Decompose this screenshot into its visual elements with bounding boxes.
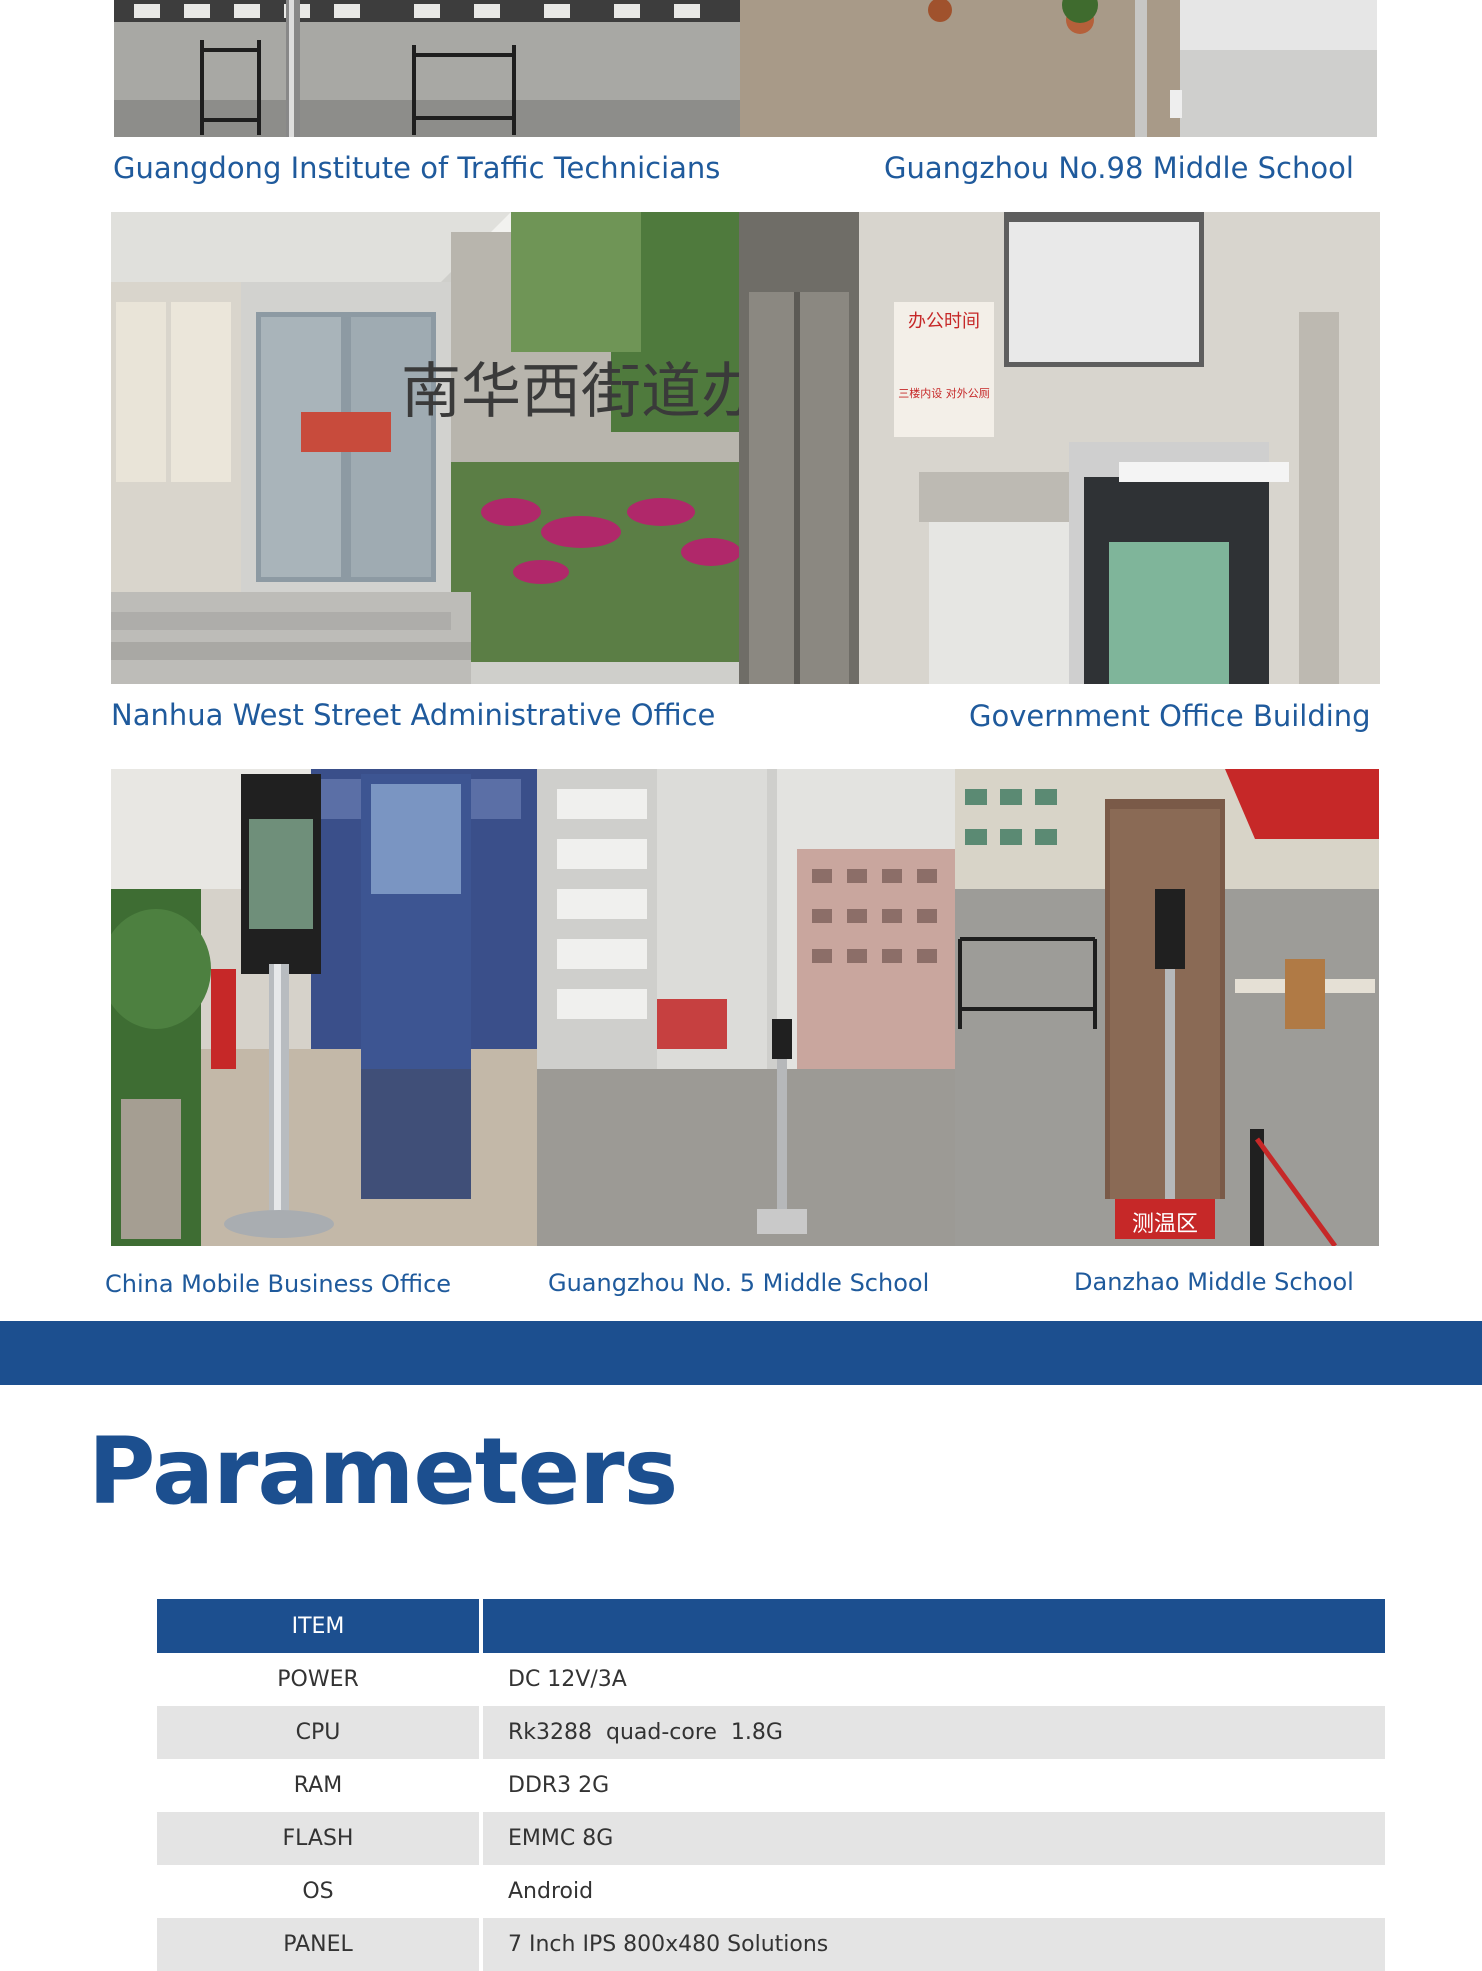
photo-no5-school bbox=[537, 769, 955, 1246]
section-title: Parameters bbox=[88, 1418, 678, 1525]
sign-nanhua: 南华西街道办 bbox=[401, 357, 739, 427]
parameters-table: ITEM POWER DC 12V/3A CPU Rk3288 quad-cor… bbox=[157, 1599, 1385, 1971]
table-header-row: ITEM bbox=[157, 1599, 1385, 1653]
row-value: Android bbox=[508, 1879, 594, 1904]
row-item: POWER bbox=[157, 1653, 483, 1706]
caption-danzhao-school: Danzhao Middle School bbox=[1074, 1268, 1354, 1296]
photo-government-building: 办公时间 三楼内设 对外公厕 bbox=[739, 212, 1380, 684]
photo-traffic-institute bbox=[114, 0, 740, 137]
table-row: CPU Rk3288 quad-core 1.8G bbox=[157, 1706, 1385, 1759]
notice-title: 办公时间 bbox=[908, 311, 980, 332]
table-row: PANEL 7 Inch IPS 800x480 Solutions bbox=[157, 1918, 1385, 1971]
row-item: RAM bbox=[157, 1759, 483, 1812]
row-value: Rk3288 quad-core 1.8G bbox=[483, 1706, 1385, 1759]
table-row: FLASH EMMC 8G bbox=[157, 1812, 1385, 1865]
photo-no98-school bbox=[740, 0, 1377, 137]
row-item: CPU bbox=[157, 1706, 483, 1759]
caption-china-mobile: China Mobile Business Office bbox=[105, 1270, 452, 1298]
table-row: POWER DC 12V/3A bbox=[157, 1653, 1385, 1706]
photo-nanhua-office: 南华西街道办 bbox=[111, 212, 739, 684]
row-value: EMMC 8G bbox=[483, 1812, 1385, 1865]
row-value: DC 12V/3A bbox=[508, 1667, 627, 1692]
row-item: FLASH bbox=[157, 1812, 483, 1865]
caption-traffic-institute: Guangdong Institute of Traffic Technicia… bbox=[113, 151, 721, 185]
caption-no98-school: Guangzhou No.98 Middle School bbox=[884, 151, 1354, 185]
table-row: RAM DDR3 2G bbox=[157, 1759, 1385, 1812]
row-item: OS bbox=[157, 1865, 483, 1918]
section-divider-band bbox=[0, 1321, 1482, 1385]
row-value: 7 Inch IPS 800x480 Solutions bbox=[483, 1918, 1385, 1971]
caption-nanhua-office: Nanhua West Street Administrative Office bbox=[111, 698, 716, 732]
header-value bbox=[483, 1599, 1385, 1653]
table-row: OS Android bbox=[157, 1865, 1385, 1918]
notice-sub: 三楼内设 对外公厕 bbox=[898, 386, 990, 400]
header-item: ITEM bbox=[157, 1599, 483, 1653]
caption-no5-school: Guangzhou No. 5 Middle School bbox=[548, 1269, 930, 1297]
sign-temperature-zone: 测温区 bbox=[1132, 1212, 1198, 1237]
caption-government-building: Government Office Building bbox=[969, 699, 1371, 733]
row-item: PANEL bbox=[157, 1918, 483, 1971]
row-value: DDR3 2G bbox=[508, 1773, 610, 1798]
photo-china-mobile bbox=[111, 769, 537, 1246]
photo-danzhao-school: 测温区 bbox=[955, 769, 1379, 1246]
